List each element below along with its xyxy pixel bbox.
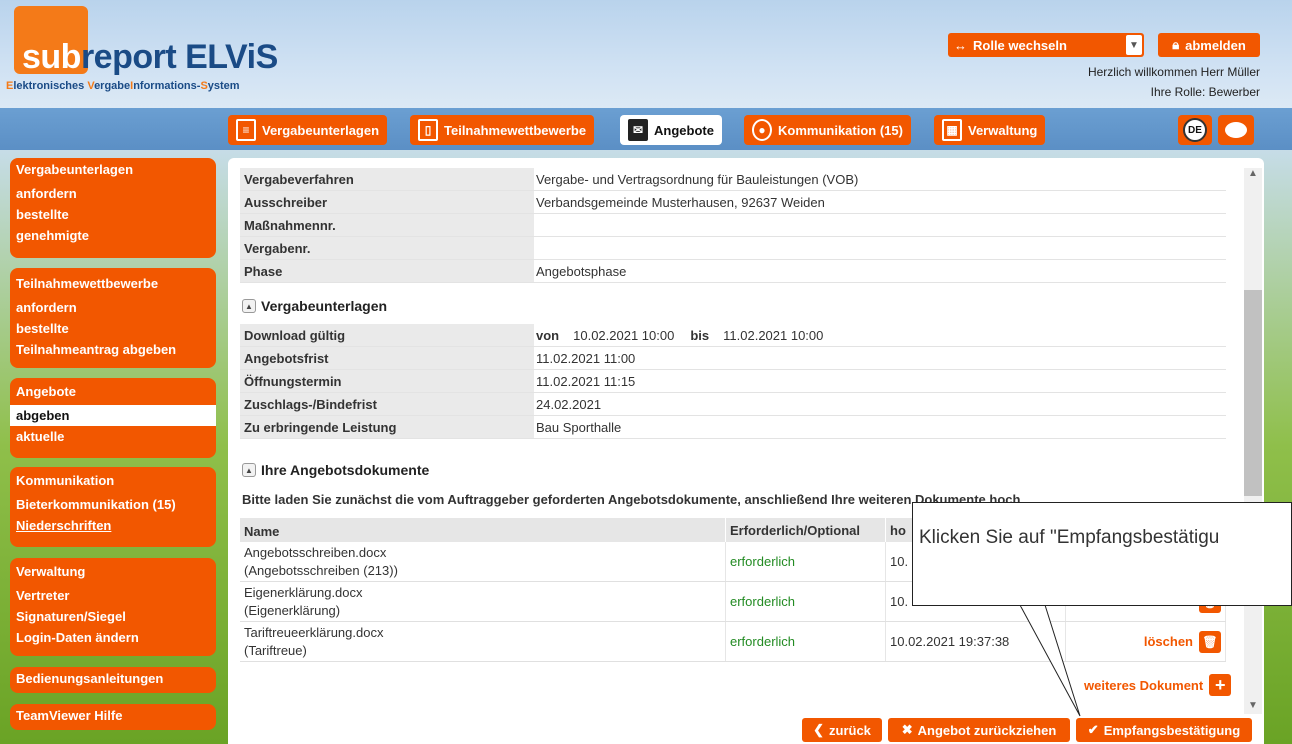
collapse-toggle-icon[interactable]: ▲ bbox=[242, 463, 256, 477]
logout-button[interactable]: 🔒︎ abmelden bbox=[1158, 33, 1260, 57]
app-logo: subreport ELViS bbox=[22, 38, 278, 77]
trash-icon: 🗑︎ bbox=[1199, 630, 1221, 653]
info-row: Vergabeverfahren Vergabe- und Vertragsord… bbox=[240, 168, 1226, 191]
section-vergabeunterlagen-header[interactable]: ▲ Vergabeunterlagen bbox=[242, 298, 387, 314]
current-role-text: Ihre Rolle: Bewerber bbox=[1150, 85, 1260, 99]
withdraw-offer-button[interactable]: ✖ Angebot zurückziehen bbox=[888, 718, 1070, 742]
main-nav: ≡ Vergabeunterlagen ▯ Teilnahmewettbewer… bbox=[0, 108, 1292, 150]
chat-button[interactable] bbox=[1218, 115, 1254, 145]
checkmark-icon: ✔ bbox=[1087, 722, 1099, 737]
sidebar-item-abgeben[interactable]: abgeben bbox=[10, 405, 216, 426]
info-row: Zu erbringende Leistung Bau Sporthalle bbox=[240, 416, 1226, 439]
document-name[interactable]: Eigenerklärung.docx bbox=[244, 585, 363, 600]
envelope-icon: ✉ bbox=[628, 119, 648, 141]
sidebar-group-title: Verwaltung bbox=[16, 564, 86, 579]
sidebar-item-bieterkommunikation[interactable]: Bieterkommunikation (15) bbox=[10, 494, 216, 515]
sidebar-group-title: Angebote bbox=[16, 384, 76, 399]
chat-user-icon: ● bbox=[752, 119, 772, 141]
sidebar-item-teamviewer-hilfe[interactable]: TeamViewer Hilfe bbox=[10, 704, 216, 730]
tab-verwaltung[interactable]: ▦ Verwaltung bbox=[934, 115, 1046, 145]
tab-vergabeunterlagen[interactable]: ≡ Vergabeunterlagen bbox=[228, 115, 388, 145]
info-row: Angebotsfrist 11.02.2021 11:00 bbox=[240, 347, 1226, 370]
back-button[interactable]: ❮ zurück bbox=[802, 718, 882, 742]
info-row: Phase Angebotsphase bbox=[240, 260, 1226, 283]
role-switch-select[interactable]: ↔ Rolle wechseln ▼ bbox=[948, 33, 1144, 57]
tab-angebote[interactable]: ✉ Angebote bbox=[620, 115, 722, 145]
add-document-button[interactable]: weiteres Dokument + bbox=[1084, 674, 1232, 696]
scroll-down-icon[interactable]: ▼ bbox=[1244, 700, 1262, 716]
sidebar-item-vertreter[interactable]: Vertreter bbox=[10, 585, 216, 606]
chevron-left-icon: ❮ bbox=[813, 722, 824, 737]
sidebar-group-verwaltung: Verwaltung Vertreter Signaturen/Siegel L… bbox=[10, 558, 216, 656]
info-row: Ausschreiber Verbandsgemeinde Musterhause… bbox=[240, 191, 1226, 214]
instruction-callout: Klicken Sie auf "Empfangsbestätigu bbox=[912, 502, 1292, 606]
logout-label: abmelden bbox=[1185, 37, 1246, 53]
info-row: Vergabenr. bbox=[240, 237, 1226, 260]
main-panel: Vergabeverfahren Vergabe- und Vertragsord… bbox=[228, 158, 1264, 744]
receipt-button[interactable]: ✔ Empfangsbestätigung bbox=[1076, 718, 1252, 742]
sidebar-group-angebote: Angebote abgeben aktuelle bbox=[10, 378, 216, 458]
info-row: Zuschlags-/Bindefrist 24.02.2021 bbox=[240, 393, 1226, 416]
app-subtitle: Elektronisches VergabeInformations-Syste… bbox=[6, 80, 240, 92]
sidebar-item-login-daten[interactable]: Login-Daten ändern bbox=[10, 627, 216, 648]
sidebar-group-title: Teilnahmewettbewerbe bbox=[16, 276, 159, 291]
sidebar-item-bedienungsanleitungen[interactable]: Bedienungsanleitungen bbox=[10, 667, 216, 693]
table-row: Tariftreueerklärung.docx (Tariftreue) erf… bbox=[240, 622, 1226, 662]
sidebar-item-teilnahmeantrag[interactable]: Teilnahmeantrag abgeben bbox=[10, 339, 216, 360]
sidebar-item-bestellte[interactable]: bestellte bbox=[10, 318, 216, 339]
sidebar-item-anfordern[interactable]: anfordern bbox=[10, 183, 216, 204]
sidebar-group-vergabeunterlagen: Vergabeunterlagen anfordern bestellte ge… bbox=[10, 158, 216, 258]
logo-part-sub: sub bbox=[22, 38, 81, 76]
sidebar-item-anfordern[interactable]: anfordern bbox=[10, 297, 216, 318]
chevron-down-icon[interactable]: ▼ bbox=[1126, 35, 1142, 55]
section-angebotsdokumente-header[interactable]: ▲ Ihre Angebotsdokumente bbox=[242, 462, 429, 478]
sidebar-item-signaturen[interactable]: Signaturen/Siegel bbox=[10, 606, 216, 627]
document-name[interactable]: Angebotsschreiben.docx bbox=[244, 545, 386, 560]
download-row: Download gültig von 10.02.2021 10:00 bis 11… bbox=[240, 324, 1226, 347]
document-icon: ≡ bbox=[236, 119, 256, 141]
logo-part-report: report ELViS bbox=[80, 38, 278, 76]
delete-button[interactable]: löschen 🗑︎ bbox=[1066, 622, 1226, 661]
sidebar-group-kommunikation: Kommunikation Bieterkommunikation (15) N… bbox=[10, 467, 216, 547]
plus-icon: + bbox=[1209, 674, 1232, 696]
sidebar-item-genehmigte[interactable]: genehmigte bbox=[10, 225, 216, 246]
tab-kommunikation[interactable]: ● Kommunikation (15) bbox=[744, 115, 911, 145]
role-switch-label: Rolle wechseln bbox=[973, 37, 1067, 53]
info-row: Maßnahmennr. bbox=[240, 214, 1226, 237]
grid-icon: ▦ bbox=[942, 119, 962, 141]
form-icon: ▯ bbox=[418, 119, 438, 141]
sidebar-group-teilnahmewettbewerbe: Teilnahmewettbewerbe anfordern bestellte… bbox=[10, 268, 216, 368]
language-button[interactable]: DE bbox=[1178, 115, 1212, 145]
welcome-text: Herzlich willkommen Herr Müller bbox=[1087, 65, 1260, 79]
swap-arrows-icon: ↔ bbox=[954, 37, 967, 53]
sidebar-item-aktuelle[interactable]: aktuelle bbox=[10, 426, 216, 447]
sidebar-group-title: Kommunikation bbox=[16, 473, 115, 488]
document-name[interactable]: Tariftreueerklärung.docx bbox=[244, 625, 383, 640]
sidebar-group-title: Vergabeunterlagen bbox=[16, 162, 134, 177]
globe-icon: DE bbox=[1183, 118, 1207, 142]
speech-bubble-icon bbox=[1225, 122, 1247, 138]
collapse-toggle-icon[interactable]: ▲ bbox=[242, 299, 256, 313]
lock-icon: 🔒︎ bbox=[1172, 37, 1180, 52]
tab-teilnahmewettbewerbe[interactable]: ▯ Teilnahmewettbewerbe bbox=[410, 115, 595, 145]
header: subreport ELViS Elektronisches VergabeIn… bbox=[0, 0, 1292, 108]
info-row: Öffnungstermin 11.02.2021 11:15 bbox=[240, 370, 1226, 393]
sidebar-item-niederschriften[interactable]: Niederschriften bbox=[10, 515, 216, 536]
scrollbar-thumb[interactable] bbox=[1244, 290, 1262, 496]
x-icon: ✖ bbox=[901, 722, 913, 737]
upload-hint: Bitte laden Sie zunächst die vom Auftrag… bbox=[242, 492, 1025, 507]
scroll-up-icon[interactable]: ▲ bbox=[1244, 168, 1262, 184]
sidebar-item-bestellte[interactable]: bestellte bbox=[10, 204, 216, 225]
